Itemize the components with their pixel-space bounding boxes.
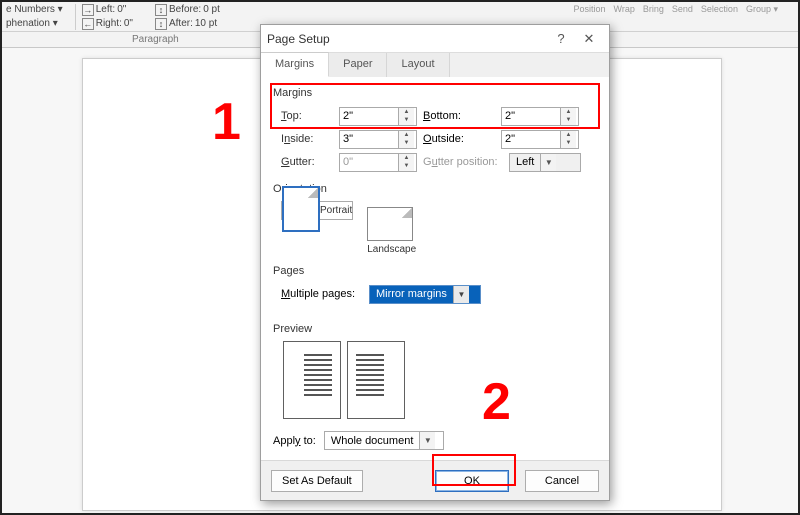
chevron-down-icon[interactable]: ▼: [419, 432, 435, 449]
help-button[interactable]: ?: [547, 31, 575, 46]
chevron-down-icon[interactable]: ▼: [453, 286, 469, 303]
spin-down-icon[interactable]: ▼: [399, 139, 414, 148]
spin-up-icon[interactable]: ▲: [399, 131, 414, 140]
preview-section-label: Preview: [273, 323, 597, 335]
cancel-button[interactable]: Cancel: [525, 470, 599, 492]
spin-up-icon[interactable]: ▲: [561, 131, 576, 140]
multiple-pages-select[interactable]: Mirror margins▼: [369, 285, 481, 304]
preview-page-right: [347, 341, 405, 419]
portrait-label: Portrait: [320, 205, 352, 216]
orientation-landscape[interactable]: Landscape: [367, 201, 416, 255]
ribbon-arrange-group: Position Wrap Bring Send Selection Group…: [574, 4, 779, 15]
apply-to-label: Apply to:: [273, 435, 316, 447]
indent-left-label: Left:: [96, 4, 115, 15]
margin-bottom-stepper[interactable]: ▲▼: [501, 107, 579, 126]
ribbon-wrap[interactable]: Wrap: [614, 4, 635, 15]
pages-section-label: Pages: [273, 265, 597, 277]
margin-bottom-label: Bottom:: [423, 110, 501, 122]
ribbon-bring[interactable]: Bring: [643, 4, 664, 15]
set-as-default-button[interactable]: Set As Default: [271, 470, 363, 492]
gutter-position-select: Left▼: [509, 153, 581, 172]
margin-gutter-input[interactable]: [340, 154, 398, 171]
margin-gutter-label: Gutter:: [281, 156, 339, 168]
indent-left-value[interactable]: 0": [117, 4, 126, 15]
annotation-two: 2: [482, 372, 511, 432]
ribbon-position[interactable]: Position: [574, 4, 606, 15]
spin-up-icon[interactable]: ▲: [561, 108, 576, 117]
indent-left-icon: →: [82, 4, 94, 16]
orientation-portrait[interactable]: Portrait: [281, 201, 353, 220]
apply-to-value: Whole document: [325, 435, 420, 447]
spin-down-icon[interactable]: ▼: [399, 162, 414, 171]
spin-down-icon[interactable]: ▼: [399, 116, 414, 125]
ribbon-send[interactable]: Send: [672, 4, 693, 15]
indent-right-value[interactable]: 0": [124, 18, 133, 29]
margin-outside-input[interactable]: [502, 131, 560, 148]
portrait-icon: [282, 186, 320, 232]
margin-top-input[interactable]: [340, 108, 398, 125]
page-setup-dialog: Page Setup ? ✕ Margins Paper Layout Marg…: [260, 24, 610, 501]
preview-area: [283, 341, 597, 419]
ribbon-line-numbers[interactable]: e Numbers ▾: [6, 3, 63, 17]
margin-outside-label: Outside:: [423, 133, 501, 145]
space-after-label: After:: [169, 18, 193, 29]
margin-bottom-input[interactable]: [502, 108, 560, 125]
ribbon-selection[interactable]: Selection: [701, 4, 738, 15]
dialog-title: Page Setup: [267, 32, 330, 46]
gutter-position-label: Gutter position:: [423, 156, 509, 168]
tab-layout[interactable]: Layout: [387, 53, 449, 77]
space-after-icon: ↕: [155, 18, 167, 30]
margin-inside-stepper[interactable]: ▲▼: [339, 130, 417, 149]
dialog-titlebar[interactable]: Page Setup ? ✕: [261, 25, 609, 53]
spin-up-icon[interactable]: ▲: [399, 154, 414, 163]
orientation-section-label: Orientation: [273, 183, 597, 195]
margin-inside-input[interactable]: [340, 131, 398, 148]
apply-to-select[interactable]: Whole document▼: [324, 431, 444, 450]
margin-outside-stepper[interactable]: ▲▼: [501, 130, 579, 149]
landscape-label: Landscape: [367, 244, 416, 255]
tab-paper[interactable]: Paper: [329, 53, 387, 77]
space-before-value[interactable]: 0 pt: [203, 4, 220, 15]
space-before-icon: ↕: [155, 4, 167, 16]
margin-inside-label: Inside:: [281, 133, 339, 145]
indent-right-icon: ←: [82, 18, 94, 30]
space-before-label: Before:: [169, 4, 201, 15]
ribbon-hyphenation[interactable]: phenation ▾: [6, 17, 63, 31]
ok-button[interactable]: OK: [435, 470, 509, 492]
dialog-tabs: Margins Paper Layout: [261, 53, 609, 77]
space-after-value[interactable]: 10 pt: [195, 18, 217, 29]
spin-down-icon[interactable]: ▼: [561, 139, 576, 148]
ribbon-separator: [75, 4, 76, 30]
close-button[interactable]: ✕: [575, 31, 603, 47]
chevron-down-icon: ▼: [540, 154, 556, 171]
spin-up-icon[interactable]: ▲: [399, 108, 414, 117]
ribbon-group[interactable]: Group ▾: [746, 4, 778, 15]
spin-down-icon[interactable]: ▼: [561, 116, 576, 125]
margin-top-stepper[interactable]: ▲▼: [339, 107, 417, 126]
margins-section-label: Margins: [273, 87, 597, 99]
multiple-pages-value: Mirror margins: [370, 288, 453, 300]
margin-gutter-stepper[interactable]: ▲▼: [339, 153, 417, 172]
indent-right-label: Right:: [96, 18, 122, 29]
landscape-icon: [367, 207, 413, 241]
margin-top-label: Top:: [281, 110, 339, 122]
preview-page-left: [283, 341, 341, 419]
annotation-one: 1: [212, 92, 241, 152]
multiple-pages-label: Multiple pages:: [281, 288, 369, 300]
tab-margins[interactable]: Margins: [261, 52, 329, 77]
